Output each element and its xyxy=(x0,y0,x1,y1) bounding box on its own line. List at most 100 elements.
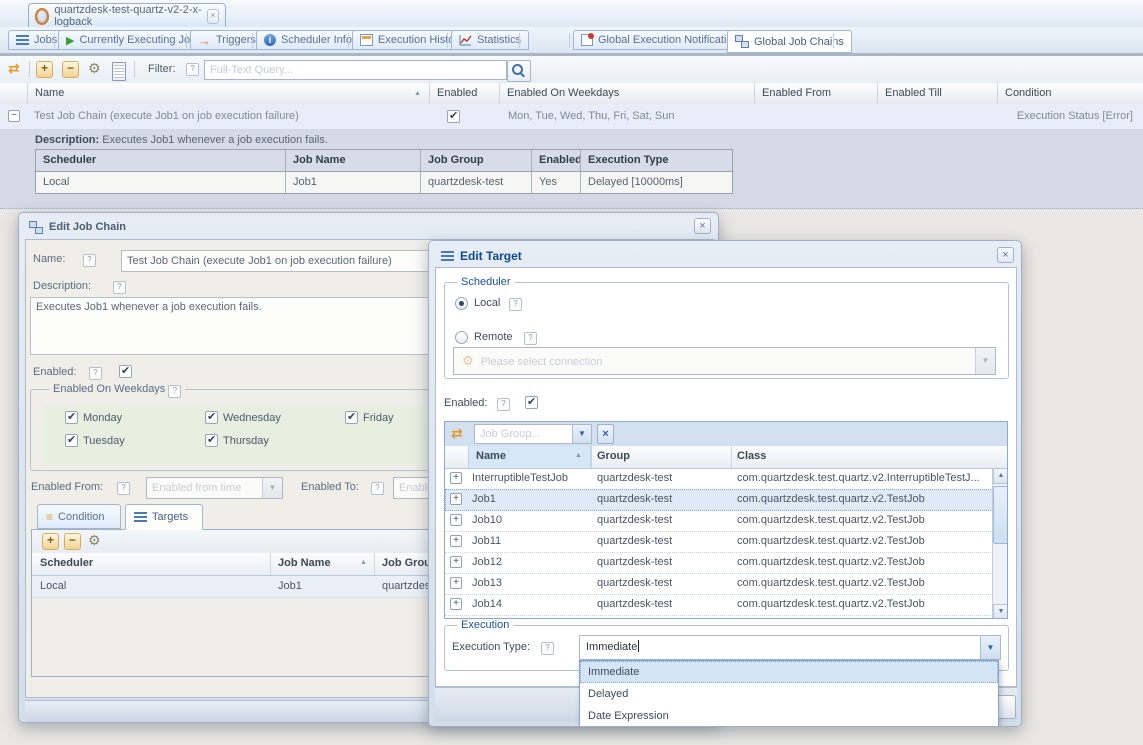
weekday-monday-checkbox[interactable] xyxy=(65,410,78,424)
tools-icon[interactable]: ⚙ xyxy=(88,532,101,549)
job-group-filter-combo[interactable]: Job Group... ▼ xyxy=(474,424,592,444)
help-icon[interactable]: ? xyxy=(83,254,96,267)
vertical-scrollbar[interactable]: ▲ ▼ xyxy=(992,468,1007,618)
column-divider xyxy=(591,446,592,468)
tab-global-execution-notifications[interactable]: Global Execution Notifications xyxy=(573,30,753,50)
tab-condition[interactable]: ≡ Condition xyxy=(37,504,121,529)
enabled-checkbox[interactable] xyxy=(119,364,132,378)
column-header-job-name[interactable]: Job Name xyxy=(278,553,358,574)
job-row[interactable]: + Job12 quartzdesk-test com.quartzdesk.t… xyxy=(445,552,1007,574)
column-header-condition[interactable]: Condition xyxy=(998,83,1143,104)
expand-icon[interactable]: + xyxy=(450,598,462,610)
help-icon[interactable]: ? xyxy=(497,398,510,411)
column-header-enabled[interactable]: Enabled xyxy=(430,83,500,104)
chevron-down-icon[interactable]: ▼ xyxy=(980,636,1000,659)
job-row[interactable]: + Job14 quartzdesk-test com.quartzdesk.t… xyxy=(445,594,1007,616)
expand-icon[interactable]: + xyxy=(450,577,462,589)
app-tab[interactable]: quartzdesk-test-quartz-v2-2-x-logback × xyxy=(28,3,226,28)
expand-icon[interactable]: + xyxy=(450,535,462,547)
help-icon[interactable]: ? xyxy=(89,367,102,380)
column-header-enabled-on-weekdays[interactable]: Enabled On Weekdays xyxy=(500,83,755,104)
column-label: Enabled Till xyxy=(885,87,942,99)
description-textarea[interactable]: Executes Job1 whenever a job execution f… xyxy=(30,297,439,355)
job-chain-row[interactable]: − Test Job Chain (execute Job1 on job ex… xyxy=(0,104,1143,130)
dropdown-option-date-expression[interactable]: Date Expression xyxy=(580,705,998,726)
column-header-enabled-from[interactable]: Enabled From xyxy=(755,83,878,104)
remove-target-button[interactable]: − xyxy=(64,533,81,550)
add-target-button[interactable]: + xyxy=(42,533,59,550)
job-row[interactable]: + Job11 quartzdesk-test com.quartzdesk.t… xyxy=(445,531,1007,553)
copy-icon[interactable] xyxy=(112,62,126,81)
weekday-friday-checkbox[interactable] xyxy=(345,410,358,424)
connection-combo[interactable]: ⚙ Please select connection ▼ xyxy=(453,347,996,375)
collapse-icon[interactable]: − xyxy=(8,110,20,122)
expand-icon[interactable]: + xyxy=(450,514,462,526)
scroll-down-icon[interactable]: ▼ xyxy=(993,604,1007,618)
help-icon[interactable]: ? xyxy=(541,642,554,655)
chevron-down-icon[interactable]: ▼ xyxy=(975,348,995,374)
enabled-from-combo[interactable]: Enabled from time ▼ xyxy=(146,477,283,499)
job-row[interactable]: + Job13 quartzdesk-test com.quartzdesk.t… xyxy=(445,573,1007,595)
tab-statistics[interactable]: Statistics xyxy=(451,30,530,50)
cell-enabled: Yes xyxy=(532,172,581,193)
column-header-scheduler[interactable]: Scheduler xyxy=(40,553,270,574)
app-tab-title: quartzdesk-test-quartz-v2-2-x-logback xyxy=(54,4,202,28)
column-header-enabled-till[interactable]: Enabled Till xyxy=(878,83,998,104)
enabled-checkbox[interactable] xyxy=(447,109,460,123)
tab-targets[interactable]: Targets xyxy=(125,504,203,530)
tools-icon[interactable]: ⚙ xyxy=(88,60,101,77)
cell-name: Job1 xyxy=(472,493,496,505)
dropdown-option-immediate[interactable]: Immediate xyxy=(580,661,998,683)
scroll-up-icon[interactable]: ▲ xyxy=(993,468,1007,484)
remove-job-chain-button[interactable]: − xyxy=(62,61,79,78)
column-header-group[interactable]: Group xyxy=(597,446,717,467)
close-icon[interactable]: × xyxy=(694,218,711,234)
search-button[interactable] xyxy=(507,60,531,82)
expand-icon[interactable]: + xyxy=(450,472,462,484)
dialog-title: Edit Job Chain xyxy=(49,221,126,233)
edit-target-dialog: Edit Target × Scheduler Local ? Remote ?… xyxy=(428,240,1022,727)
help-icon[interactable]: ? xyxy=(509,298,522,311)
remote-radio[interactable] xyxy=(455,331,468,344)
help-icon[interactable]: ? xyxy=(168,385,182,398)
help-icon[interactable]: ? xyxy=(117,482,130,495)
refresh-icon[interactable]: ⇄ xyxy=(8,60,20,77)
weekday-thursday-checkbox[interactable] xyxy=(205,433,218,447)
weekday-tuesday-checkbox[interactable] xyxy=(65,433,78,447)
refresh-icon[interactable]: ⇄ xyxy=(451,425,463,442)
column-header-class[interactable]: Class xyxy=(737,446,977,467)
dropdown-option-delayed[interactable]: Delayed xyxy=(580,683,998,705)
filter-input[interactable] xyxy=(204,60,507,80)
name-input[interactable] xyxy=(121,250,439,272)
help-icon[interactable]: ? xyxy=(371,482,384,495)
local-radio[interactable] xyxy=(455,297,468,310)
header-enabled: Enabled xyxy=(532,150,581,171)
job-chain-detail: Description: Executes Job1 whenever a jo… xyxy=(0,129,1143,209)
add-job-chain-button[interactable]: + xyxy=(36,61,53,78)
job-row[interactable]: + InterruptibleTestJob quartzdesk-test c… xyxy=(445,468,1007,490)
help-icon[interactable]: ? xyxy=(524,332,537,345)
chevron-down-icon[interactable]: ▼ xyxy=(572,425,591,443)
column-header-name[interactable]: Name ▲ xyxy=(28,83,430,104)
weekday-wednesday-checkbox[interactable] xyxy=(205,410,218,424)
close-icon[interactable]: × xyxy=(997,247,1014,263)
tab-label: Statistics xyxy=(477,34,522,46)
expand-icon[interactable]: + xyxy=(450,556,462,568)
close-icon[interactable]: × xyxy=(206,8,220,24)
toolbar-separator xyxy=(134,61,135,77)
help-icon[interactable]: ? xyxy=(113,281,126,294)
enabled-checkbox[interactable] xyxy=(525,395,538,409)
execution-type-combo[interactable]: Immediate ▼ xyxy=(579,635,1001,660)
expand-icon[interactable]: + xyxy=(450,493,462,505)
column-header-name[interactable]: Name xyxy=(476,446,566,467)
weekday-label: Thursday xyxy=(223,435,269,447)
help-icon[interactable]: ? xyxy=(186,63,199,76)
weekday-label: Wednesday xyxy=(223,412,281,424)
tab-jobs[interactable]: Jobs xyxy=(8,30,66,50)
scrollbar-thumb[interactable] xyxy=(993,486,1007,544)
clear-filter-button[interactable]: × xyxy=(597,424,614,444)
job-row[interactable]: + Job10 quartzdesk-test com.quartzdesk.t… xyxy=(445,510,1007,532)
tab-scheduler-info[interactable]: i Scheduler Info xyxy=(256,30,360,50)
chevron-down-icon[interactable]: ▼ xyxy=(262,478,282,498)
job-row-selected[interactable]: + Job1 quartzdesk-test com.quartzdesk.te… xyxy=(445,489,1007,511)
